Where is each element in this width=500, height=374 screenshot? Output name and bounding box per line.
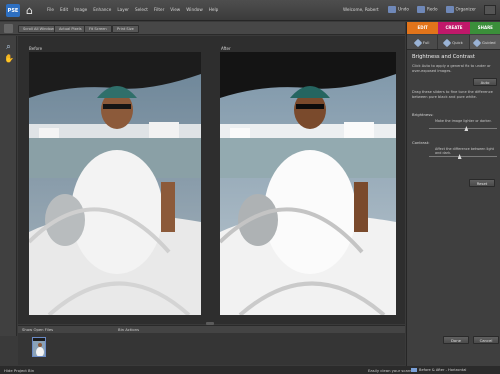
tab-create[interactable]: CREATE (438, 22, 470, 34)
cancel-button[interactable]: Cancel (473, 336, 499, 344)
welcome-text: Welcome, Robert (343, 7, 379, 12)
app-logo: PSE (6, 4, 20, 17)
tab-edit[interactable]: EDIT (407, 22, 439, 34)
before-after-icon (411, 368, 417, 372)
before-label: Before (29, 46, 43, 51)
bin-actions-dropdown[interactable]: Bin Actions (118, 327, 139, 332)
subtab-guided-label: Guided (482, 40, 496, 45)
window-control-button[interactable] (484, 5, 496, 15)
contrast-hint: Affect the difference between light and … (435, 147, 495, 155)
main-menu: File Edit Image Enhance Layer Select Fil… (47, 7, 218, 12)
menu-enhance[interactable]: Enhance (93, 7, 111, 12)
organizer-button[interactable]: Organizer (445, 6, 476, 13)
quick-edit-icon (442, 38, 452, 48)
hand-tool-icon[interactable]: ✋ (4, 54, 14, 63)
edit-panel: EDIT CREATE SHARE Full Quick Guided Brig… (406, 22, 500, 372)
done-button[interactable]: Done (443, 336, 469, 344)
auto-button[interactable]: Auto (473, 78, 497, 86)
actual-pixels-button[interactable]: Actual Pixels (54, 25, 87, 33)
hand-tool-icon (4, 24, 13, 33)
full-edit-icon (413, 38, 423, 48)
home-icon[interactable]: ⌂ (26, 4, 38, 17)
guided-edit-icon (472, 38, 482, 48)
menu-view[interactable]: View (170, 7, 180, 12)
menu-filter[interactable]: Filter (154, 7, 164, 12)
undo-button[interactable]: Undo (388, 6, 409, 13)
subtab-quick[interactable]: Quick (438, 35, 470, 49)
mode-tabs: EDIT CREATE SHARE (407, 22, 500, 34)
options-bar: Scroll All Windows Actual Pixels Fit Scr… (0, 22, 405, 35)
subtab-full[interactable]: Full (407, 35, 439, 49)
organizer-icon (445, 6, 454, 13)
undo-label: Undo (398, 6, 409, 12)
contrast-label: Contrast: (412, 140, 430, 145)
view-selector-label: Before & After - Horizontal (419, 368, 467, 372)
menu-image[interactable]: Image (74, 7, 87, 12)
menu-window[interactable]: Window (186, 7, 203, 12)
tip-text[interactable]: Easily clean your scans (368, 368, 412, 373)
subtab-quick-label: Quick (452, 40, 463, 45)
view-selector[interactable]: Before & After - Horizontal (411, 368, 466, 372)
menu-select[interactable]: Select (135, 7, 148, 12)
undo-icon (388, 6, 397, 13)
before-photo[interactable] (29, 52, 201, 315)
intro-text: Click Auto to apply a general fix to und… (412, 64, 491, 73)
redo-label: Redo (426, 6, 438, 12)
fit-screen-button[interactable]: Fit Screen (84, 25, 112, 33)
open-file-thumbnail[interactable] (32, 337, 46, 357)
organizer-label: Organizer (455, 6, 476, 12)
brightness-slider-knob[interactable] (464, 126, 469, 131)
menu-file[interactable]: File (47, 7, 54, 12)
subtab-full-label: Full (422, 40, 430, 45)
zoom-tool-icon[interactable]: ⌕ (4, 42, 13, 51)
edit-mode-subtabs: Full Quick Guided (407, 35, 500, 50)
print-size-button[interactable]: Print Size (112, 25, 139, 33)
project-bin-header: Show Open Files Bin Actions (18, 325, 405, 333)
drag-instructions: Drag these sliders to fine tune the diff… (412, 90, 493, 99)
menu-edit[interactable]: Edit (60, 7, 68, 12)
reset-button[interactable]: Reset (469, 179, 495, 187)
subtab-guided[interactable]: Guided (469, 35, 500, 49)
menu-bar: PSE ⌂ File Edit Image Enhance Layer Sele… (0, 0, 500, 21)
after-label: After (221, 46, 231, 51)
redo-icon (416, 6, 425, 13)
top-actions: Undo Redo Organizer (388, 6, 476, 13)
menu-help[interactable]: Help (209, 7, 219, 12)
redo-button[interactable]: Redo (416, 6, 438, 13)
tools-panel: ⌕ ✋ (0, 36, 17, 336)
contrast-slider[interactable] (429, 154, 497, 159)
brightness-hint: Make the image lighter or darker. (435, 119, 492, 123)
project-bin (18, 333, 405, 365)
brightness-label: Brightness: (412, 112, 434, 117)
after-photo[interactable] (220, 52, 396, 315)
brightness-slider[interactable] (429, 126, 497, 131)
menu-layer[interactable]: Layer (117, 7, 129, 12)
hide-project-bin-toggle[interactable]: Hide Project Bin (4, 368, 34, 373)
tab-share[interactable]: SHARE (469, 22, 500, 34)
panel-title: Brightness and Contrast (412, 54, 475, 60)
show-open-files-dropdown[interactable]: Show Open Files (22, 327, 53, 332)
